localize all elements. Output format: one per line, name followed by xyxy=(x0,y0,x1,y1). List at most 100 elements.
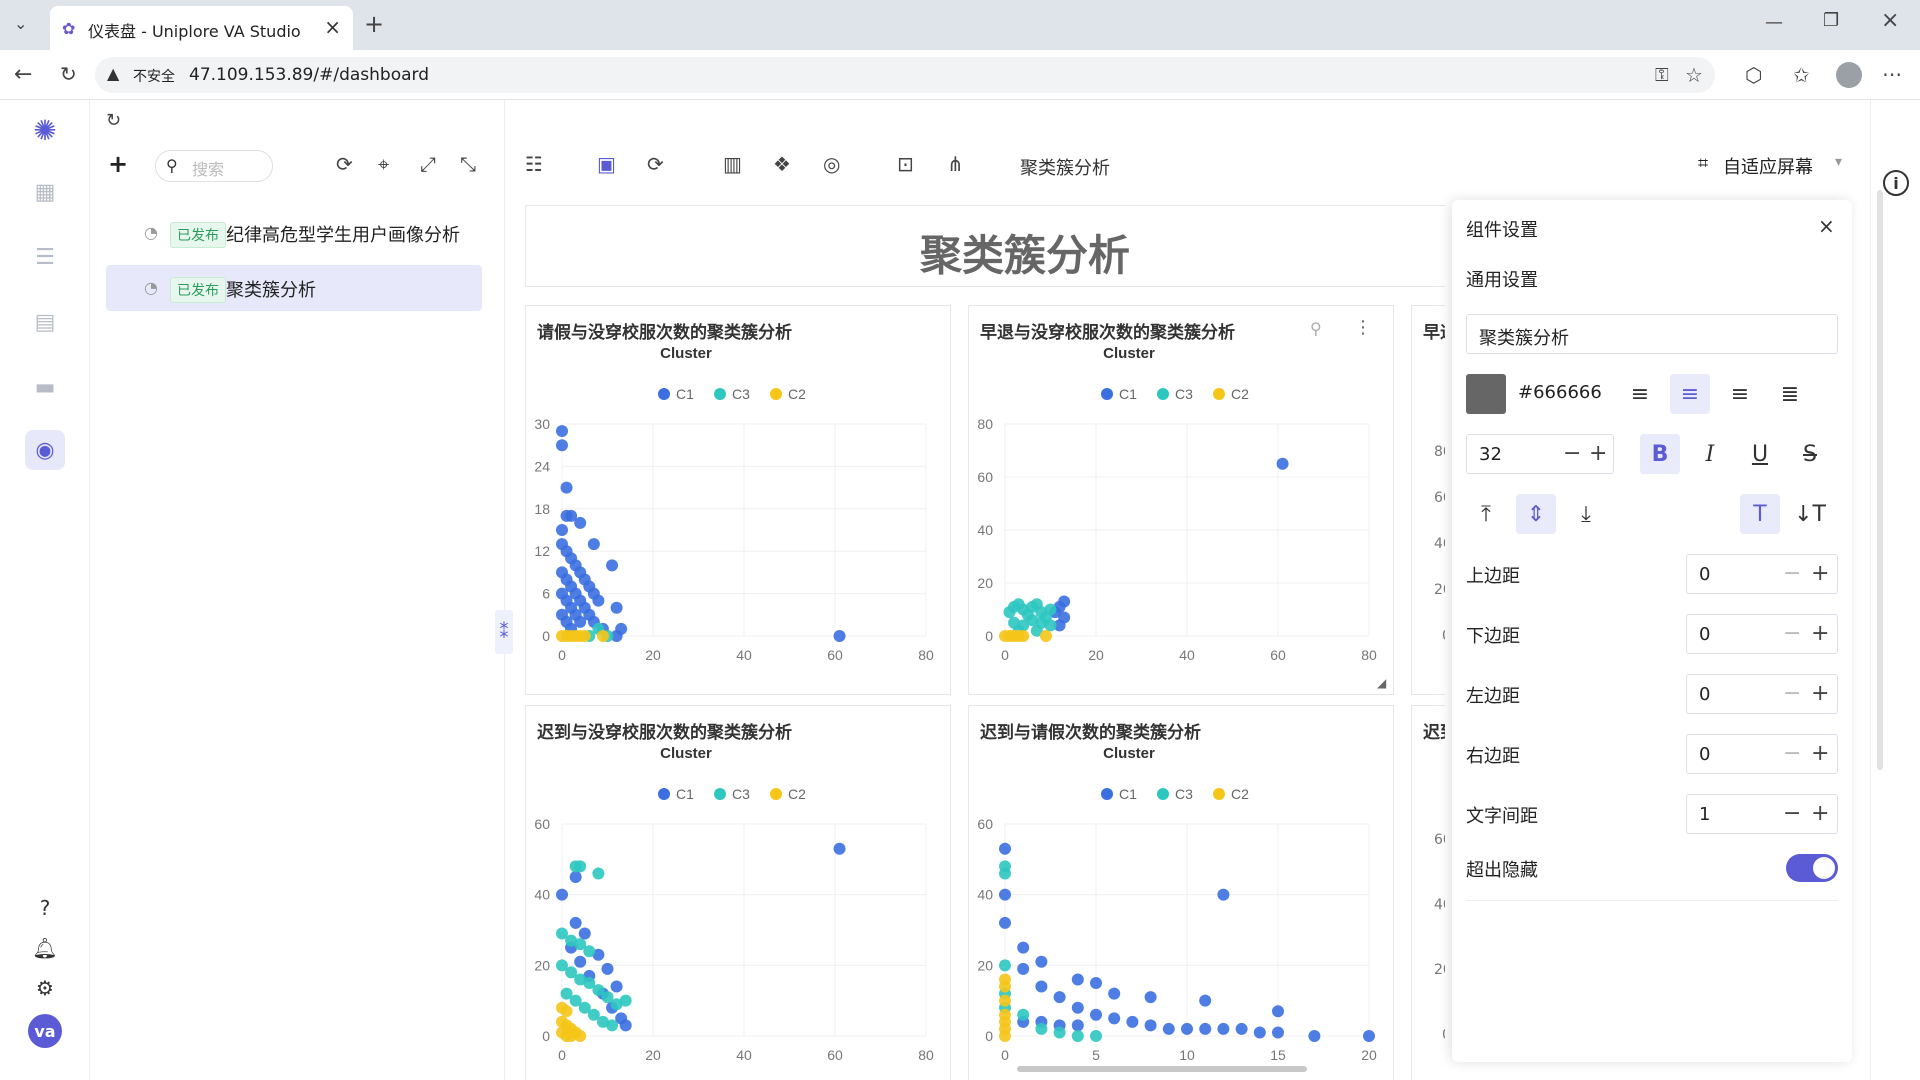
extensions-icon[interactable]: ⬡ xyxy=(1745,63,1762,87)
fit-screen-select[interactable]: 自适应屏幕 xyxy=(1723,153,1813,179)
legend-label[interactable]: C1 xyxy=(1119,786,1137,802)
profile-avatar[interactable] xyxy=(1836,62,1862,88)
data-point[interactable] xyxy=(1044,603,1057,616)
align-center-icon[interactable]: ≡ xyxy=(1670,374,1710,414)
color-swatch[interactable] xyxy=(1466,374,1506,414)
align-justify-icon[interactable]: ≣ xyxy=(1770,374,1810,414)
legend-label[interactable]: C2 xyxy=(788,786,806,802)
data-point[interactable] xyxy=(619,994,632,1007)
chart-card-partial[interactable]: 早退 80 60 40 20 0 xyxy=(1411,305,1445,695)
data-point[interactable] xyxy=(833,630,846,642)
data-point[interactable] xyxy=(556,439,568,452)
font-size-stepper[interactable]: 32 − + xyxy=(1466,434,1614,474)
data-point[interactable] xyxy=(1017,1008,1030,1021)
legend-marker[interactable] xyxy=(1213,788,1225,800)
minimize-icon[interactable]: — xyxy=(1765,12,1783,33)
legend-label[interactable]: C3 xyxy=(1175,386,1193,402)
data-point[interactable] xyxy=(999,867,1011,880)
app-logo-icon[interactable]: ✺ xyxy=(25,110,65,150)
legend-label[interactable]: C1 xyxy=(1119,386,1137,402)
data-point[interactable] xyxy=(610,980,623,993)
data-point[interactable] xyxy=(578,927,591,940)
legend-marker[interactable] xyxy=(658,388,670,400)
share-icon[interactable]: ⋔ xyxy=(947,152,964,176)
bold-icon[interactable]: B xyxy=(1640,434,1680,474)
data-point[interactable] xyxy=(1272,1026,1284,1039)
database-icon[interactable]: ☰ xyxy=(25,237,65,277)
data-point[interactable] xyxy=(560,1005,573,1018)
vertical-text-icon[interactable]: ↓T xyxy=(1790,494,1830,534)
align-right-icon[interactable]: ≡ xyxy=(1720,374,1760,414)
horizontal-text-icon[interactable]: T xyxy=(1740,494,1780,534)
apps-icon[interactable]: ▦ xyxy=(25,172,65,212)
data-point[interactable] xyxy=(574,516,587,529)
valign-top-icon[interactable]: ⤒ xyxy=(1466,494,1506,534)
dataset-icon[interactable]: ▤ xyxy=(25,302,65,342)
data-point[interactable] xyxy=(1053,991,1066,1004)
folder-icon[interactable]: ▬ xyxy=(25,367,65,407)
margin-bottom-stepper[interactable]: 0 − + xyxy=(1686,614,1838,654)
data-point[interactable] xyxy=(1217,888,1230,901)
tab-list-chevron-icon[interactable]: ⌄ xyxy=(14,14,27,33)
window-close-icon[interactable]: × xyxy=(1881,8,1899,33)
legend-label[interactable]: C2 xyxy=(788,386,806,402)
minus-icon[interactable]: − xyxy=(1783,621,1801,646)
data-point[interactable] xyxy=(1044,619,1057,632)
data-point[interactable] xyxy=(1108,987,1121,1000)
browser-tab[interactable]: ✿ 仪表盘 - Uniplore VA Studio × xyxy=(50,6,353,50)
plus-icon[interactable]: + xyxy=(1589,441,1607,466)
info-icon[interactable]: i xyxy=(1883,170,1909,196)
legend-label[interactable]: C3 xyxy=(732,386,750,402)
align-left-icon[interactable]: ≡ xyxy=(1620,374,1660,414)
data-point[interactable] xyxy=(569,871,582,883)
plus-icon[interactable]: + xyxy=(1811,561,1829,586)
legend-marker[interactable] xyxy=(714,788,726,800)
data-point[interactable] xyxy=(1071,1030,1084,1042)
refresh-icon[interactable]: ⟳ xyxy=(647,152,664,176)
data-point[interactable] xyxy=(999,916,1011,929)
legend-marker[interactable] xyxy=(1157,388,1169,400)
data-point[interactable] xyxy=(606,559,619,572)
present-icon[interactable]: ⊡ xyxy=(897,152,914,176)
collapse-icon[interactable]: ⤡ xyxy=(460,152,476,176)
data-point[interactable] xyxy=(1162,1022,1175,1035)
star-icon[interactable]: ☆ xyxy=(1685,63,1703,87)
legend-marker[interactable] xyxy=(658,788,670,800)
data-point[interactable] xyxy=(587,538,600,551)
data-point[interactable] xyxy=(1035,980,1048,993)
minus-icon[interactable]: − xyxy=(1783,801,1801,826)
data-point[interactable] xyxy=(1199,994,1212,1007)
data-point[interactable] xyxy=(1039,630,1052,642)
dashboard-nav-icon[interactable]: ◉ xyxy=(25,430,65,470)
sync-icon[interactable]: ⟳ xyxy=(336,152,353,176)
data-point[interactable] xyxy=(556,425,568,438)
data-point[interactable] xyxy=(1090,1030,1102,1042)
legend-marker[interactable] xyxy=(770,388,782,400)
chart-card[interactable]: 迟到与请假次数的聚类簇分析 Cluster C1 C3 C2 0 5 10 15 20 0 20 40… xyxy=(968,705,1394,1080)
data-point[interactable] xyxy=(1308,1030,1321,1042)
fit-screen-icon[interactable]: ⌗ xyxy=(1698,153,1708,174)
data-point[interactable] xyxy=(1017,941,1030,954)
data-point[interactable] xyxy=(1090,977,1102,989)
data-point[interactable] xyxy=(556,888,568,901)
strikethrough-icon[interactable]: S xyxy=(1790,434,1830,474)
favorites-icon[interactable]: ✩ xyxy=(1793,63,1810,87)
data-point[interactable] xyxy=(1253,1026,1266,1039)
data-point[interactable] xyxy=(560,481,573,494)
data-point[interactable] xyxy=(574,1030,587,1042)
close-icon[interactable]: × xyxy=(1818,214,1835,238)
data-point[interactable] xyxy=(1090,1008,1102,1021)
letter-spacing-stepper[interactable]: 1 − + xyxy=(1686,794,1838,834)
valign-bottom-icon[interactable]: ⤓ xyxy=(1566,494,1606,534)
data-point[interactable] xyxy=(999,888,1011,901)
tree-item[interactable]: ◔ 已发布 聚类簇分析 xyxy=(106,265,482,311)
data-point[interactable] xyxy=(578,630,591,642)
data-point[interactable] xyxy=(833,842,846,855)
expand-icon[interactable]: ⤢ xyxy=(420,152,436,176)
legend-label[interactable]: C3 xyxy=(1175,786,1193,802)
data-point[interactable] xyxy=(999,1030,1011,1042)
data-point[interactable] xyxy=(592,594,605,607)
minus-icon[interactable]: − xyxy=(1783,741,1801,766)
plus-icon[interactable]: + xyxy=(1811,741,1829,766)
data-point[interactable] xyxy=(592,867,605,880)
